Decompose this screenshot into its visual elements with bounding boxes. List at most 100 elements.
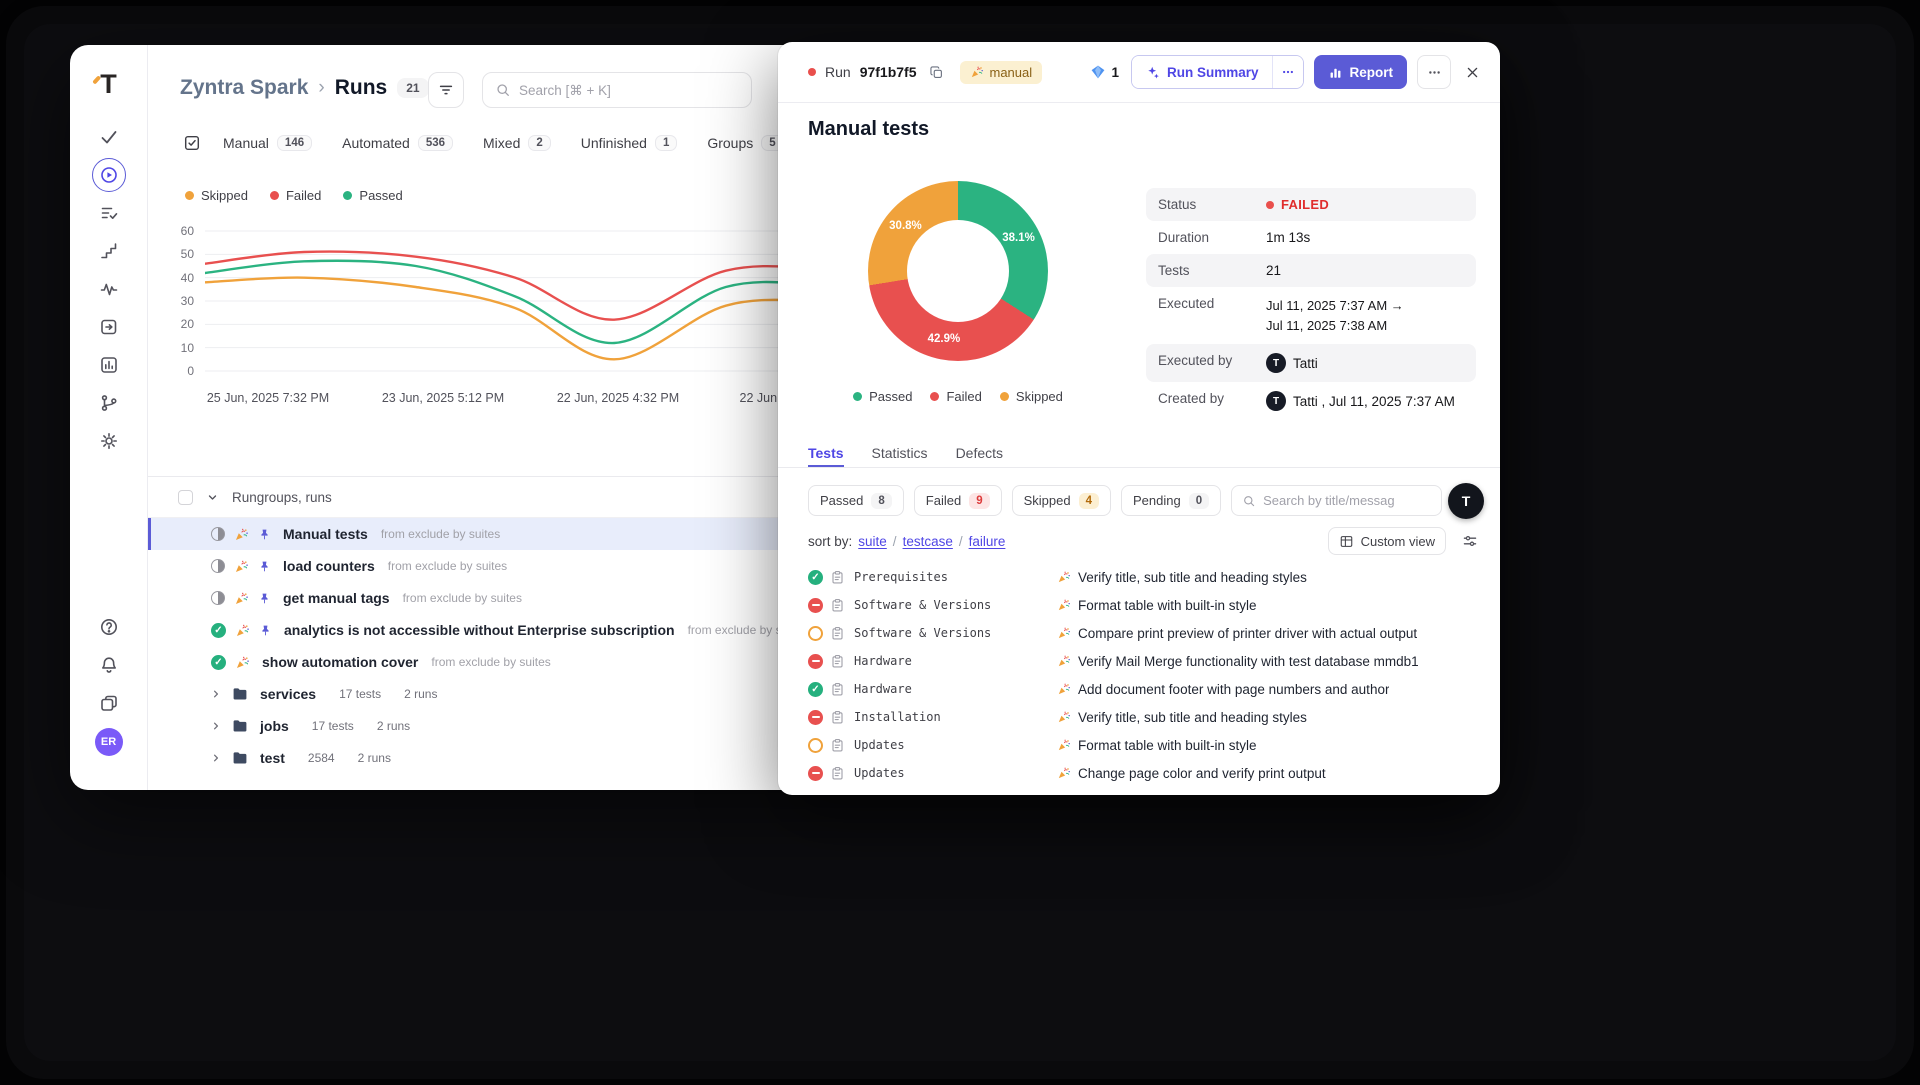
test-row[interactable]: Installation Verify title, sub title and… [808, 703, 1492, 731]
sidebar-item-testcases[interactable] [90, 194, 128, 232]
search-box[interactable] [482, 72, 752, 108]
run-state-icon [211, 559, 225, 573]
test-row[interactable]: Updates Change page color and verify pri… [808, 759, 1492, 787]
run-details-drawer: Run 97f1b7f5 manual 1 Run Summary Report [778, 42, 1500, 795]
custom-view-button[interactable]: Custom view [1328, 527, 1446, 555]
x-axis-tick: 22 Jun, [739, 391, 780, 405]
test-status-icon [808, 710, 823, 725]
sidebar-item-import[interactable] [90, 308, 128, 346]
run-source: from exclude by suites [388, 559, 507, 573]
copy-run-id-button[interactable] [926, 62, 947, 83]
test-title: Format table with built-in style [1078, 738, 1257, 753]
run-state-icon [211, 655, 226, 670]
sidebar-item-checks[interactable] [90, 118, 128, 156]
runs-count-badge: 21 [397, 78, 428, 98]
report-button[interactable]: Report [1314, 55, 1408, 89]
tests-search-box[interactable] [1231, 485, 1442, 516]
search-input[interactable] [519, 83, 739, 98]
search-icon [1242, 494, 1256, 508]
sidebar-item-activity[interactable] [90, 270, 128, 308]
sidebar-item-branches[interactable] [90, 384, 128, 422]
tab-tests[interactable]: Tests [808, 439, 844, 467]
sidebar-item-settings[interactable] [90, 422, 128, 460]
results-donut-chart: 38.1% 42.9% 30.8% [868, 181, 1048, 361]
filter-skipped[interactable]: Skipped4 [1012, 485, 1111, 516]
sidebar-item-runs[interactable] [92, 158, 126, 192]
app-logo[interactable]: T [100, 71, 117, 98]
run-summary-more-button[interactable] [1272, 56, 1303, 88]
x-axis-tick: 22 Jun, 2025 4:32 PM [557, 391, 679, 405]
pin-icon [258, 592, 271, 605]
chevron-down-icon[interactable] [205, 490, 220, 505]
sidebar-item-analytics[interactable] [90, 346, 128, 384]
run-summary-button[interactable]: Run Summary [1132, 56, 1272, 88]
test-row[interactable]: Updates Format table with built-in style [808, 731, 1492, 759]
drawer-header: Run 97f1b7f5 manual 1 Run Summary Report [778, 42, 1500, 103]
test-title: Change page color and verify print outpu… [1078, 766, 1326, 781]
folder-icon [232, 750, 248, 766]
gem-counter[interactable]: 1 [1090, 64, 1119, 80]
sidebar-item-help[interactable] [90, 608, 128, 646]
tab-mixed[interactable]: Mixed2 [483, 135, 551, 151]
run-title: Manual tests [808, 118, 929, 141]
clipboard-icon [830, 570, 845, 585]
user-avatar[interactable]: ER [95, 728, 123, 756]
status-badge: FAILED [1281, 197, 1329, 212]
test-row[interactable]: Software & Versions Format table with bu… [808, 591, 1492, 619]
tab-automated[interactable]: Automated536 [342, 135, 453, 151]
tab-defects[interactable]: Defects [956, 439, 1003, 467]
executed-from: Jul 11, 2025 7:37 AM → [1266, 296, 1404, 316]
test-title: Format table with built-in style [1078, 598, 1257, 613]
test-row[interactable]: Hardware Verify Mail Merge functionality… [808, 647, 1492, 675]
list-check-icon [99, 203, 119, 223]
test-suite: Prerequisites [854, 570, 1050, 584]
chevron-right-icon[interactable] [209, 751, 223, 765]
tab-manual[interactable]: Manual146 [223, 135, 312, 151]
run-status-dot [808, 68, 816, 76]
test-status-icon [808, 626, 823, 641]
confetti-icon [1057, 710, 1071, 724]
check-icon [99, 127, 119, 147]
view-settings-button[interactable] [1462, 533, 1478, 549]
sort-by-failure-link[interactable]: failure [969, 534, 1006, 549]
pin-icon [258, 528, 271, 541]
filter-failed[interactable]: Failed9 [914, 485, 1002, 516]
test-row[interactable]: Software & Versions Compare print previe… [808, 619, 1492, 647]
branch-icon [99, 393, 119, 413]
sort-by-testcase-link[interactable]: testcase [903, 534, 953, 549]
test-suite: Installation [854, 710, 1050, 724]
filter-count: 8 [871, 493, 891, 509]
more-actions-button[interactable] [1417, 55, 1451, 89]
sort-by-suite-link[interactable]: suite [858, 534, 887, 549]
folder-title: services [260, 686, 316, 702]
gem-icon [1090, 64, 1106, 80]
table-icon [1339, 534, 1354, 549]
legend-dot [270, 191, 279, 200]
assistant-avatar-button[interactable]: T [1448, 483, 1484, 519]
filter-count: 4 [1079, 493, 1099, 509]
test-suite: Software & Versions [854, 626, 1050, 640]
breadcrumb-project[interactable]: Zyntra Spark [180, 76, 308, 100]
folder-title: jobs [260, 718, 289, 734]
tab-groups[interactable]: Groups5 [707, 135, 783, 151]
tab-count: 2 [528, 135, 550, 151]
chevron-right-icon[interactable] [209, 719, 223, 733]
test-row[interactable]: Hardware Add document footer with page n… [808, 675, 1492, 703]
filter-button[interactable] [428, 72, 464, 108]
test-row[interactable]: Prerequisites Verify title, sub title an… [808, 563, 1492, 591]
run-state-icon [211, 591, 225, 605]
chevron-right-icon[interactable] [209, 687, 223, 701]
select-all-checkbox[interactable] [178, 490, 193, 505]
sidebar-item-steps[interactable] [90, 232, 128, 270]
sidebar-item-notifications[interactable] [90, 646, 128, 684]
close-drawer-button[interactable] [1465, 65, 1480, 80]
filter-passed[interactable]: Passed8 [808, 485, 904, 516]
filter-pending[interactable]: Pending0 [1121, 485, 1221, 516]
tab-statistics[interactable]: Statistics [872, 439, 928, 467]
sidebar-item-projects[interactable] [90, 684, 128, 722]
tab-unfinished[interactable]: Unfinished1 [581, 135, 678, 151]
confetti-icon [1057, 738, 1071, 752]
test-status-icon [808, 682, 823, 697]
tests-search-input[interactable] [1263, 493, 1431, 508]
filter-icon [437, 81, 455, 99]
